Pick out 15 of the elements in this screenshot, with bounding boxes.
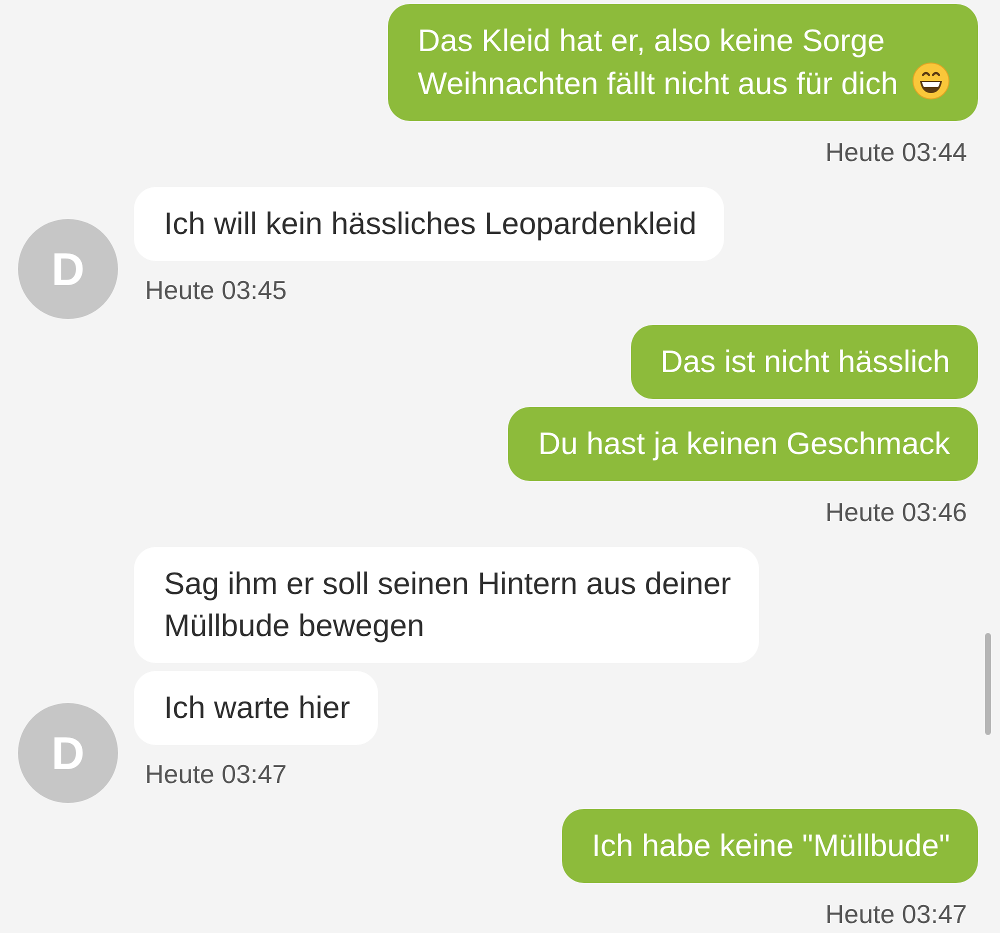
timestamp: Heute 03:47 (145, 759, 287, 789)
message-bubble[interactable]: Das Kleid hat er, also keine Sorge Weihnachten fällt nicht aus für dich (388, 4, 978, 121)
message-bubble[interactable]: Sag ihm er soll seinen Hintern aus deiner Müllbude bewegen (134, 547, 759, 663)
avatar[interactable]: D (18, 219, 118, 319)
message-bubble[interactable]: Ich habe keine "Müllbude" (562, 809, 978, 883)
timestamp: Heute 03:44 (825, 137, 967, 167)
message-bubble[interactable]: Ich will kein hässliches Leopardenkleid (134, 187, 724, 261)
avatar[interactable]: D (18, 703, 118, 803)
timestamp: Heute 03:47 (825, 899, 967, 929)
message-bubble[interactable]: Ich warte hier (134, 671, 378, 745)
scrollbar[interactable] (985, 633, 991, 735)
timestamp: Heute 03:46 (825, 497, 967, 527)
message-bubble[interactable]: Das ist nicht hässlich (630, 325, 978, 399)
timestamp: Heute 03:45 (145, 275, 287, 305)
message-bubble[interactable]: Du hast ja keinen Geschmack (508, 407, 978, 481)
